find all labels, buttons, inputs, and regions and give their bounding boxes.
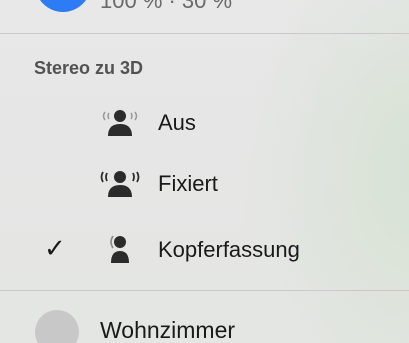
menu-item-label: Aus xyxy=(158,110,196,135)
checkmark-icon: ✓ xyxy=(44,233,66,263)
partial-device-row[interactable]: 100 % · 30 % xyxy=(0,0,409,30)
section-header: Stereo zu 3D xyxy=(34,58,144,78)
partial-text: 100 % · 30 % xyxy=(100,0,233,13)
homepod-icon xyxy=(35,310,79,343)
separator xyxy=(0,290,409,291)
menu-item-fixiert[interactable]: Fixiert xyxy=(0,159,409,211)
person-sound-icon xyxy=(102,110,138,136)
room-row[interactable]: Wohnzimmer xyxy=(0,306,409,343)
device-icon xyxy=(35,0,91,12)
head-tracking-icon xyxy=(110,235,129,263)
device-levels: 100 % · 30 % xyxy=(100,0,232,14)
menu-item-aus[interactable]: Aus xyxy=(0,98,409,150)
audio-menu: 100 % · 30 % Stereo zu 3D Aus Fixiert ✓ … xyxy=(0,0,409,343)
separator xyxy=(0,33,409,34)
menu-item-label: Fixiert xyxy=(158,171,218,196)
menu-item-kopferfassung[interactable]: ✓ Kopferfassung xyxy=(0,225,409,277)
room-label: Wohnzimmer xyxy=(100,317,236,343)
person-sound-fixed-icon xyxy=(100,171,140,197)
menu-item-label: Kopferfassung xyxy=(158,237,300,262)
